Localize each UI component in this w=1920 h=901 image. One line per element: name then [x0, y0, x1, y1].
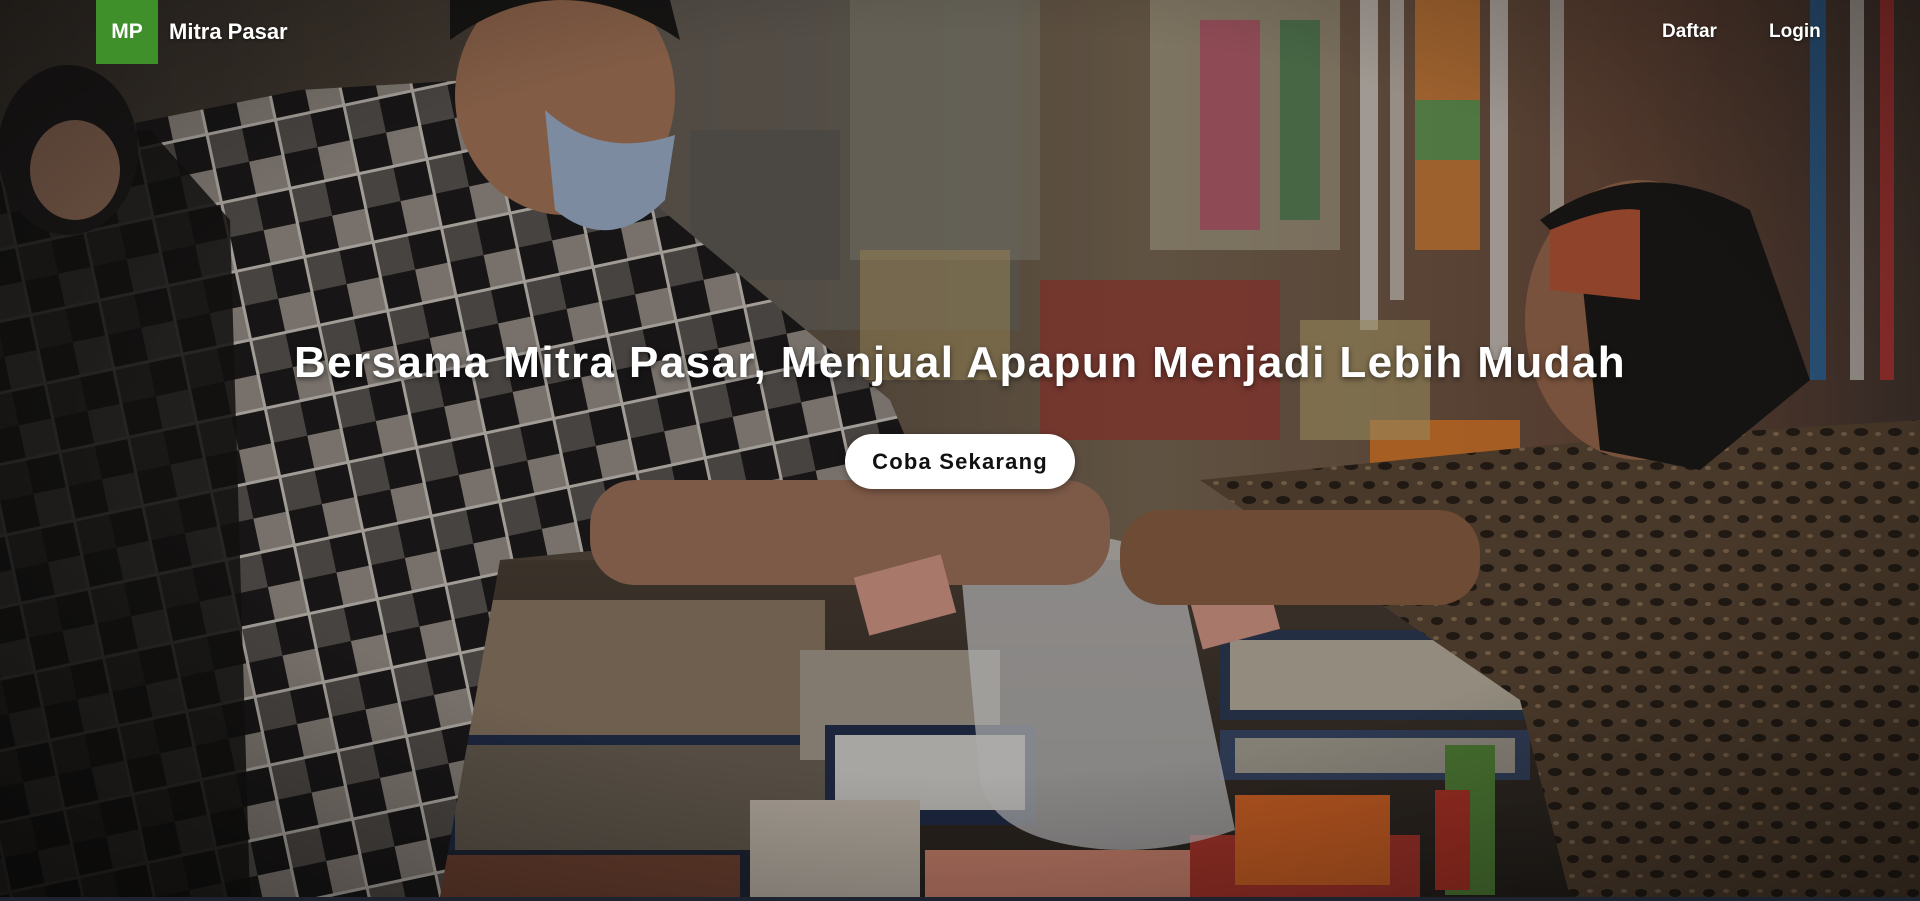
- hero-headline: Bersama Mitra Pasar, Menjual Apapun Menj…: [293, 338, 1627, 387]
- try-now-button[interactable]: Coba Sekarang: [845, 434, 1075, 489]
- hero-section: 8.888 MP Mitra Pasar Daftar: [0, 0, 1920, 897]
- register-link[interactable]: Daftar: [1662, 21, 1717, 43]
- page-bottom-edge: [0, 897, 1920, 901]
- logo-badge: MP: [96, 0, 158, 64]
- brand-logo-link[interactable]: MP Mitra Pasar: [96, 0, 288, 64]
- brand-name: Mitra Pasar: [169, 19, 288, 44]
- login-link[interactable]: Login: [1769, 21, 1821, 43]
- navbar: MP Mitra Pasar Daftar Login: [0, 0, 1920, 64]
